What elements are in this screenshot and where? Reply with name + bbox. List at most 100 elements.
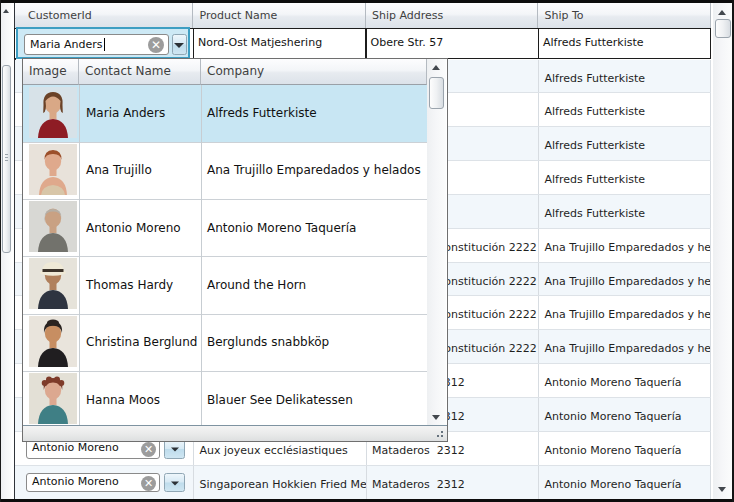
resize-grip-icon	[437, 435, 439, 437]
scroll-up-icon[interactable]	[718, 10, 726, 15]
popup-column-line	[201, 85, 202, 425]
grid-line	[710, 296, 711, 330]
scroll-up-icon[interactable]	[3, 9, 9, 13]
resize-grip-icon	[441, 435, 443, 437]
window-border-left	[0, 0, 1, 502]
right-scrollbar-thumb[interactable]	[715, 19, 732, 38]
popup-column-header-company[interactable]: Company	[201, 59, 427, 85]
cell-ship-to[interactable]: Antonio Moreno Taquería	[538, 398, 711, 432]
grid-line	[538, 364, 539, 398]
cell-ship-to[interactable]: Alfreds Futterkiste	[539, 29, 709, 58]
scroll-down-icon[interactable]	[718, 487, 726, 492]
thumb-grip-icon	[5, 160, 8, 161]
scroll-down-icon[interactable]	[432, 415, 440, 420]
cell-product-name[interactable]: Singaporean Hokkien Fried Mee	[193, 466, 366, 500]
popup-cell-company[interactable]: Alfreds Futterkiste	[202, 85, 427, 142]
popup-cell-company[interactable]: Berglunds snabbköp	[202, 314, 427, 371]
clear-icon[interactable]: ✕	[141, 476, 156, 491]
popup-row-christina-berglund[interactable]: Christina BerglundBerglunds snabbköp	[23, 314, 427, 371]
cell-ship-to[interactable]: Antonio Moreno Taquería	[538, 432, 711, 466]
thumb-grip-icon	[5, 154, 8, 155]
popup-resize-bar[interactable]	[23, 425, 447, 442]
grid-current-row[interactable]: Nord-Ost Matjeshering Obere Str. 57 Alfr…	[14, 28, 711, 59]
popup-column-header-image[interactable]: Image	[23, 59, 79, 85]
cell-ship-to[interactable]: Antonio Moreno Taquería	[538, 364, 711, 398]
popup-column-header-contact-name[interactable]: Contact Name	[79, 59, 201, 85]
cell-ship-to[interactable]: Alfreds Futterkiste	[538, 195, 711, 229]
popup-row-ana-trujillo[interactable]: Ana TrujilloAna Trujillo Emparedados y h…	[23, 142, 427, 199]
app-window: CustomerIdProduct NameShip Address Ship T…	[0, 0, 734, 502]
cell-product-name[interactable]: Nord-Ost Matjeshering	[194, 29, 365, 58]
popup-row-hanna-moos[interactable]: Hanna MoosBlauer See Delikatessen	[23, 371, 427, 428]
contact-photo	[29, 258, 77, 307]
thumb-grip-icon	[5, 157, 8, 158]
cell-text: Ana Trujillo Emparedados y helados	[538, 263, 711, 297]
popup-cell-contact-name[interactable]: Ana Trujillo	[80, 142, 202, 199]
column-header-label: Ship Address	[366, 9, 444, 22]
scroll-up-icon[interactable]	[432, 65, 440, 70]
popup-row-maria-anders[interactable]: Maria AndersAlfreds Futterkiste	[23, 85, 427, 142]
popup-cell-company[interactable]: Antonio Moreno Taquería	[202, 199, 427, 256]
chevron-down-icon	[171, 481, 179, 485]
cell-customer-id[interactable]: Antonio Moreno✕	[15, 466, 193, 500]
grid-line	[710, 364, 711, 398]
popup-cell-contact-name[interactable]: Christina Berglund	[80, 314, 202, 371]
cell-ship-to[interactable]: Ana Trujillo Emparedados y helados	[538, 229, 711, 263]
popup-cell-company[interactable]: Blauer See Delikatessen	[202, 371, 427, 428]
popup-cell-contact-name[interactable]: Antonio Moreno	[80, 199, 202, 256]
popup-cell-contact-name[interactable]: Maria Anders	[80, 85, 202, 142]
popup-row-thomas-hardy[interactable]: Thomas HardyAround the Horn	[23, 256, 427, 313]
popup-header-label: Company	[201, 64, 264, 78]
grid-line	[538, 432, 539, 466]
grid-line	[710, 229, 711, 263]
cell-text: Alfreds Futterkiste	[538, 161, 711, 195]
popup-cell-company[interactable]: Around the Horn	[202, 256, 427, 313]
clear-icon[interactable]: ✕	[141, 442, 156, 457]
popup-cell-contact-name[interactable]: Thomas Hardy	[80, 256, 202, 313]
cell-ship-to[interactable]: Alfreds Futterkiste	[538, 161, 711, 195]
text-caret	[104, 38, 105, 51]
popup-scrollbar[interactable]	[427, 59, 446, 426]
right-scrollbar[interactable]	[713, 3, 732, 499]
cell-ship-to[interactable]: Ana Trujillo Emparedados y helados	[538, 296, 711, 330]
contact-photo	[29, 316, 77, 365]
table-row[interactable]: Antonio Moreno✕ Singaporean Hokkien Fried…	[15, 466, 711, 500]
grid-line	[710, 398, 711, 432]
popup-scrollbar-thumb[interactable]	[429, 77, 445, 109]
cell-text: Alfreds Futterkiste	[538, 60, 711, 94]
dropdown-toggle-button[interactable]	[164, 473, 185, 493]
editor-textbox[interactable]: Maria Anders ✕	[24, 34, 169, 55]
grid-line	[710, 93, 711, 127]
cell-ship-to[interactable]: Ana Trujillo Emparedados y helados	[538, 263, 711, 297]
popup-cell-contact-name[interactable]: Hanna Moos	[80, 371, 202, 428]
cell-ship-to[interactable]: Alfreds Futterkiste	[538, 60, 711, 94]
cell-ship-address[interactable]: Obere Str. 57	[367, 29, 538, 58]
cell-ship-to[interactable]: Alfreds Futterkiste	[538, 127, 711, 161]
cell-text: Mataderos 2312	[366, 466, 539, 500]
column-header-label: Ship To	[538, 9, 584, 22]
popup-column-line	[79, 85, 80, 425]
left-scrollbar[interactable]	[1, 3, 11, 500]
column-header-product-name[interactable]: Product Name	[193, 3, 366, 29]
grid-line	[710, 330, 711, 364]
grid-line	[538, 330, 539, 364]
popup-header-label: Image	[23, 64, 67, 78]
cell-ship-to[interactable]: Alfreds Futterkiste	[538, 93, 711, 127]
cell-ship-to[interactable]: Antonio Moreno Taquería	[538, 466, 711, 500]
left-scrollbar-thumb[interactable]	[2, 65, 11, 253]
column-header-customerid[interactable]: CustomerId	[15, 3, 193, 29]
popup-row-antonio-moreno[interactable]: Antonio MorenoAntonio Moreno Taquería	[23, 199, 427, 256]
window-border-top	[0, 0, 734, 3]
customer-id-edit-cell[interactable]: Maria Anders ✕	[16, 27, 190, 59]
dropdown-toggle-button[interactable]	[172, 34, 188, 55]
editor-text: Maria Anders	[30, 38, 103, 51]
grid-line	[538, 296, 539, 330]
popup-cell-company[interactable]: Ana Trujillo Emparedados y helados	[202, 142, 427, 199]
cell-ship-to[interactable]: Ana Trujillo Emparedados y helados	[538, 330, 711, 364]
column-header-ship-address[interactable]: Ship Address	[366, 3, 539, 29]
clear-icon[interactable]: ✕	[148, 37, 164, 53]
cell-text: Ana Trujillo Emparedados y helados	[538, 296, 711, 330]
customer-combobox[interactable]: Antonio Moreno✕	[26, 473, 160, 493]
column-header-ship-to[interactable]: Ship To	[538, 3, 711, 29]
cell-ship-address[interactable]: Mataderos 2312	[366, 466, 539, 500]
